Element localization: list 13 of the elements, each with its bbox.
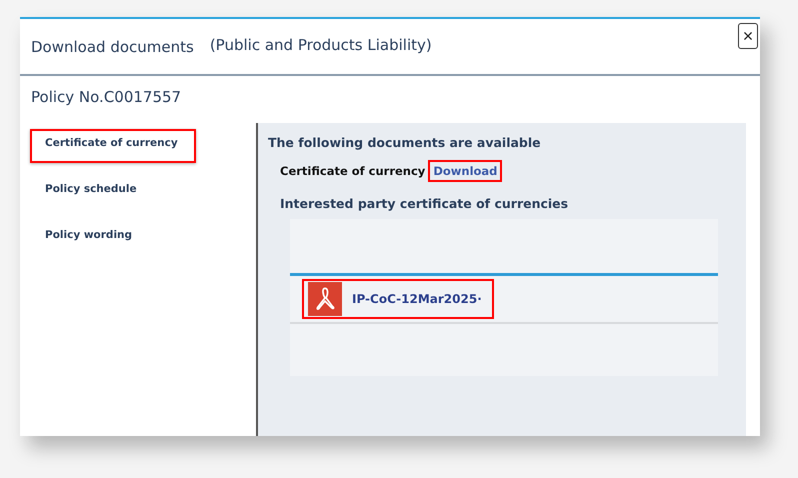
file-item[interactable]: IP-CoC-12Mar2025· xyxy=(302,279,494,319)
download-link[interactable]: Download xyxy=(428,160,502,182)
close-button[interactable]: × xyxy=(738,23,758,49)
sidebar-item[interactable]: Policy schedule xyxy=(30,175,196,209)
document-label: Certificate of currency xyxy=(280,164,426,178)
panel-heading: The following documents are available xyxy=(268,135,542,150)
pdf-icon xyxy=(308,282,342,316)
section-heading: Interested party certificate of currencies xyxy=(280,196,570,211)
sidebar-item[interactable]: Certificate of currency xyxy=(30,129,196,163)
sidebar-item[interactable]: Policy wording xyxy=(30,221,196,255)
dialog-subtitle: (Public and Products Liability) xyxy=(210,36,432,54)
dialog-title: Download documents xyxy=(31,38,194,56)
policy-number: Policy No.C0017557 xyxy=(30,87,182,108)
